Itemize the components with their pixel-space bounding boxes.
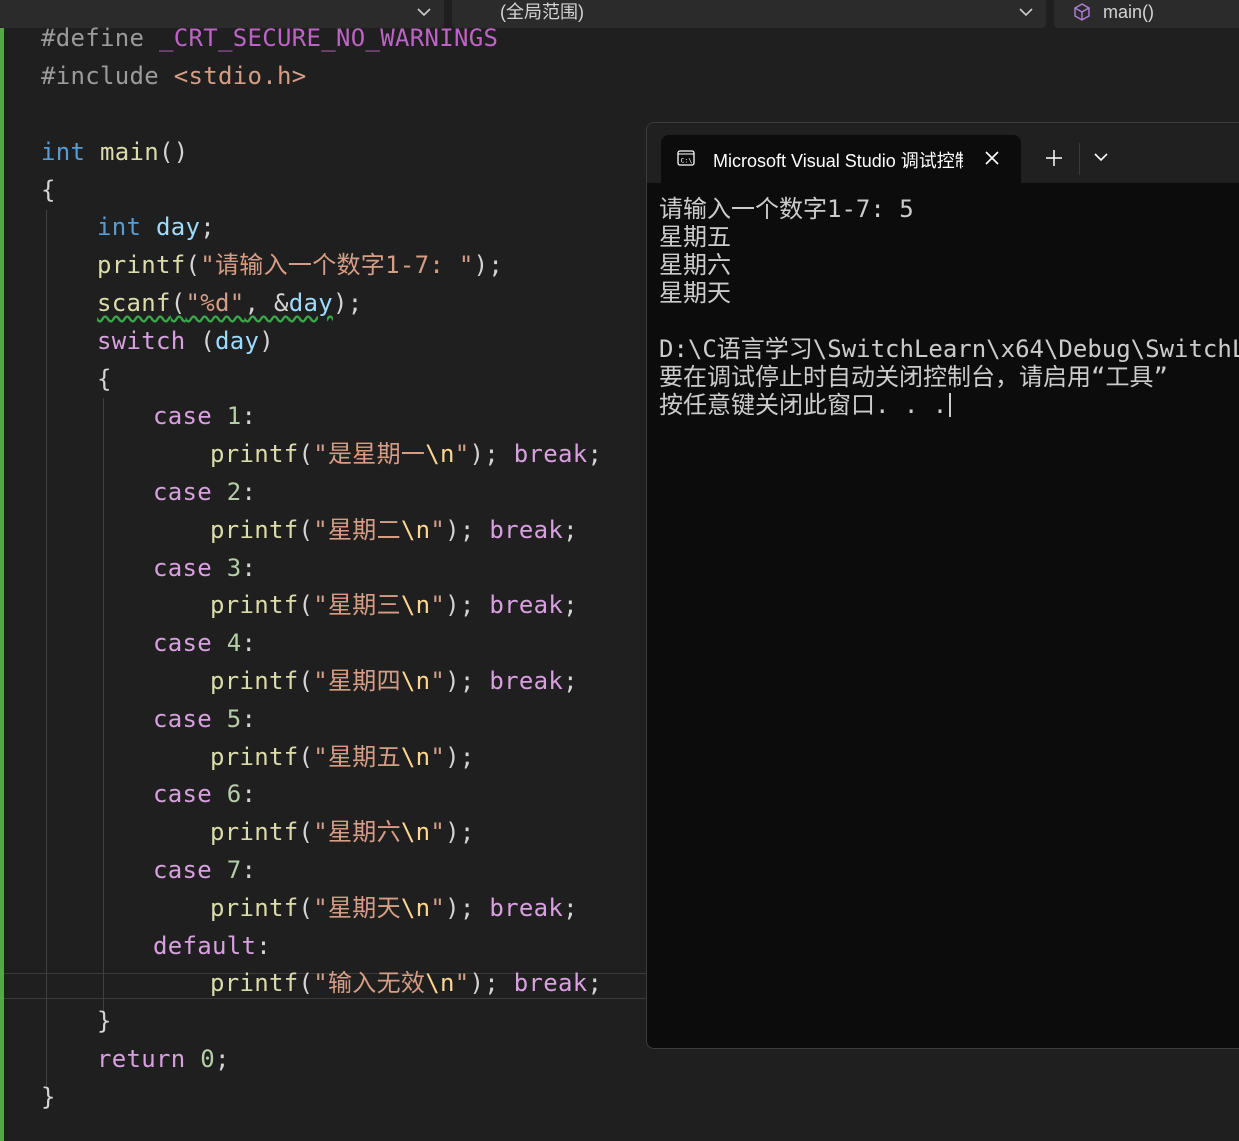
code-line: printf("是星期一\n"); break; — [210, 440, 603, 468]
chevron-down-icon[interactable] — [1093, 151, 1109, 163]
code-line: switch (day) — [97, 327, 274, 355]
code-line: case 4: — [153, 629, 257, 657]
code-line: { — [97, 365, 112, 393]
console-line: 请输入一个数字1-7: 5 — [659, 195, 914, 223]
code-line: return 0; — [97, 1045, 230, 1073]
code-line: printf("输入无效\n"); break; — [210, 969, 603, 997]
console-tab[interactable]: C:\ Microsoft Visual Studio 调试控制台 — [661, 135, 1021, 183]
chevron-down-icon — [417, 8, 431, 17]
code-line: { — [41, 176, 56, 204]
console-line: 星期五 — [659, 223, 731, 251]
console-title-bar[interactable]: C:\ Microsoft Visual Studio 调试控制台 — [647, 123, 1239, 183]
member-dropdown[interactable]: main() — [1054, 0, 1239, 28]
scope-dropdown[interactable]: (全局范围) — [452, 0, 1046, 28]
code-line: default: — [153, 932, 271, 960]
code-line: printf("请输入一个数字1-7: "); — [97, 251, 504, 279]
code-line: printf("星期天\n"); break; — [210, 894, 578, 922]
code-line: case 6: — [153, 780, 257, 808]
scope-dropdown-label: (全局范围) — [500, 2, 584, 22]
code-line: printf("星期六\n"); — [210, 818, 475, 846]
member-dropdown-label: main() — [1103, 2, 1155, 22]
close-icon[interactable] — [981, 147, 1003, 169]
code-line: #define _CRT_SECURE_NO_WARNINGS — [41, 24, 499, 52]
code-line: printf("星期三\n"); break; — [210, 591, 578, 619]
cube-icon — [1074, 3, 1090, 21]
console-line: 星期六 — [659, 251, 731, 279]
svg-text:C:\: C:\ — [681, 157, 693, 165]
code-line: scanf("%d", &day); — [97, 289, 363, 317]
code-line: #include <stdio.h> — [41, 62, 307, 90]
console-line: 星期天 — [659, 279, 731, 307]
code-line: case 5: — [153, 705, 257, 733]
console-tab-title: Microsoft Visual Studio 调试控制台 — [713, 151, 963, 171]
code-line: int day; — [97, 213, 215, 241]
console-line: D:\C语言学习\SwitchLearn\x64\Debug\SwitchLea… — [659, 335, 1239, 363]
terminal-icon: C:\ — [677, 150, 695, 166]
console-line: 按任意键关闭此窗口. . . — [659, 391, 1239, 419]
code-line: case 2: — [153, 478, 257, 506]
text-cursor — [949, 393, 952, 417]
chevron-down-icon — [1019, 8, 1033, 17]
code-line: printf("星期四\n"); break; — [210, 667, 578, 695]
plus-icon[interactable] — [1043, 147, 1065, 169]
code-line: } — [41, 1083, 56, 1111]
debug-console-window[interactable]: C:\ Microsoft Visual Studio 调试控制台 请输入一个数… — [646, 122, 1239, 1049]
code-line: } — [97, 1007, 112, 1035]
code-line: case 3: — [153, 554, 257, 582]
console-line: 要在调试停止时自动关闭控制台，请启用“工具” — [659, 363, 1168, 391]
code-line: printf("星期二\n"); break; — [210, 516, 578, 544]
code-line: int main() — [41, 138, 189, 166]
code-line: case 7: — [153, 856, 257, 884]
console-output[interactable]: 请输入一个数字1-7: 5 星期五 星期六 星期天 D:\C语言学习\Switc… — [659, 195, 1239, 419]
divider — [1079, 143, 1080, 175]
code-line: printf("星期五\n"); — [210, 743, 475, 771]
code-line: case 1: — [153, 402, 257, 430]
console-line-text: 按任意键关闭此窗口. . . — [659, 391, 948, 419]
